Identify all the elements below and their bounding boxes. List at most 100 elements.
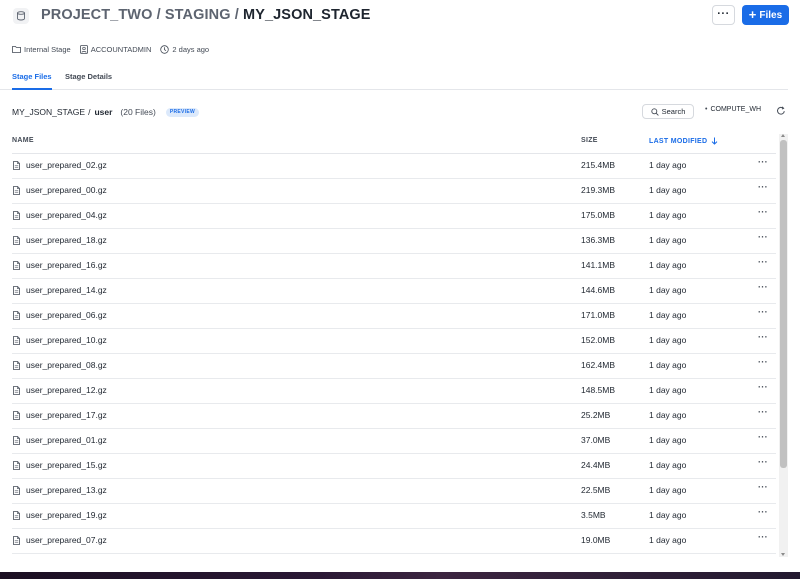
row-menu-button[interactable]: ··· (758, 532, 768, 542)
table-row[interactable]: user_prepared_18.gz 136.3MB 1 day ago ··… (12, 229, 776, 254)
row-menu-button[interactable]: ··· (758, 432, 768, 442)
row-menu-button[interactable]: ··· (758, 207, 768, 217)
search-button[interactable]: Search (642, 104, 694, 119)
file-name: user_prepared_04.gz (26, 210, 107, 220)
file-icon (13, 361, 20, 370)
row-menu-button[interactable]: ··· (758, 482, 768, 492)
file-size: 219.3MB (581, 185, 616, 195)
table-row[interactable]: user_prepared_08.gz 162.4MB 1 day ago ··… (12, 354, 776, 379)
preview-badge: PREVIEW (165, 107, 200, 117)
file-icon (13, 261, 20, 270)
file-path: MY_JSON_STAGE / user (20 Files) PREVIEW (12, 106, 200, 118)
file-name: user_prepared_14.gz (26, 285, 107, 295)
file-name: user_prepared_12.gz (26, 385, 107, 395)
file-icon (13, 486, 20, 495)
table-row[interactable]: user_prepared_14.gz 144.6MB 1 day ago ··… (12, 279, 776, 304)
row-menu-button[interactable]: ··· (758, 232, 768, 242)
row-menu-button[interactable]: ··· (758, 307, 768, 317)
row-menu-button[interactable]: ··· (758, 357, 768, 367)
table-row[interactable]: user_prepared_06.gz 171.0MB 1 day ago ··… (12, 304, 776, 329)
file-size: 144.6MB (581, 285, 616, 295)
file-last-modified: 1 day ago (649, 310, 687, 320)
tab-stage-details[interactable]: Stage Details (65, 72, 112, 90)
table-row[interactable]: user_prepared_17.gz 25.2MB 1 day ago ··· (12, 404, 776, 429)
breadcrumb-separator: / (234, 7, 239, 23)
table-row[interactable]: user_prepared_04.gz 175.0MB 1 day ago ··… (12, 204, 776, 229)
scroll-up-arrow-icon[interactable] (781, 134, 785, 137)
table-row[interactable]: user_prepared_15.gz 24.4MB 1 day ago ··· (12, 454, 776, 479)
row-menu-button[interactable]: ··· (758, 457, 768, 467)
table-row[interactable]: user_prepared_02.gz 215.4MB 1 day ago ··… (12, 154, 776, 179)
file-size: 25.2MB (581, 410, 611, 420)
file-name: user_prepared_17.gz (26, 410, 107, 420)
file-last-modified: 1 day ago (649, 385, 687, 395)
stage-meta: Internal Stage ACCOUNTADMIN 2 days ago (12, 42, 218, 56)
table-row[interactable]: user_prepared_01.gz 37.0MB 1 day ago ··· (12, 429, 776, 454)
warehouse-selector[interactable]: • COMPUTE_WH (705, 106, 761, 113)
row-menu-button[interactable]: ··· (758, 407, 768, 417)
table-row[interactable]: user_prepared_13.gz 22.5MB 1 day ago ··· (12, 479, 776, 504)
table-row[interactable]: user_prepared_19.gz 3.5MB 1 day ago ··· (12, 504, 776, 529)
file-size: 148.5MB (581, 385, 616, 395)
file-count: (20 Files) (120, 107, 156, 117)
table-row[interactable]: user_prepared_16.gz 141.1MB 1 day ago ··… (12, 254, 776, 279)
file-name: user_prepared_07.gz (26, 535, 107, 545)
file-name: user_prepared_19.gz (26, 510, 107, 520)
breadcrumb-schema[interactable]: STAGING (165, 7, 231, 23)
file-size: 3.5MB (581, 510, 606, 520)
refresh-icon[interactable] (776, 105, 786, 117)
file-name: user_prepared_15.gz (26, 460, 107, 470)
file-icon (13, 161, 20, 170)
file-last-modified: 1 day ago (649, 185, 687, 195)
column-size-header[interactable]: SIZE (581, 137, 598, 144)
stage-created: 2 days ago (160, 45, 209, 54)
file-name: user_prepared_16.gz (26, 260, 107, 270)
table-scrollbar[interactable] (779, 134, 788, 557)
breadcrumb-database[interactable]: PROJECT_TWO (41, 7, 152, 23)
file-icon (13, 286, 20, 295)
table-row[interactable]: user_prepared_00.gz 219.3MB 1 day ago ··… (12, 179, 776, 204)
file-size: 215.4MB (581, 160, 616, 170)
file-last-modified: 1 day ago (649, 460, 687, 470)
file-last-modified: 1 day ago (649, 360, 687, 370)
file-table-body: user_prepared_02.gz 215.4MB 1 day ago ··… (12, 154, 776, 554)
file-icon (13, 186, 20, 195)
tab-stage-files[interactable]: Stage Files (12, 72, 52, 90)
table-header: NAME SIZE LAST MODIFIED (12, 132, 776, 154)
row-menu-button[interactable]: ··· (758, 282, 768, 292)
table-row[interactable]: user_prepared_10.gz 152.0MB 1 day ago ··… (12, 329, 776, 354)
row-menu-button[interactable]: ··· (758, 257, 768, 267)
file-last-modified: 1 day ago (649, 535, 687, 545)
table-row[interactable]: user_prepared_12.gz 148.5MB 1 day ago ··… (12, 379, 776, 404)
column-modified-label: LAST MODIFIED (649, 137, 708, 145)
search-icon (650, 107, 659, 116)
file-name: user_prepared_02.gz (26, 160, 107, 170)
row-menu-button[interactable]: ··· (758, 182, 768, 192)
scroll-down-arrow-icon[interactable] (781, 553, 785, 556)
page-title: PROJECT_TWO / STAGING / MY_JSON_STAGE (41, 7, 371, 23)
scrollbar-thumb[interactable] (780, 140, 787, 468)
warehouse-status-icon: • (705, 106, 708, 113)
created-label: 2 days ago (172, 44, 210, 54)
clock-icon (160, 44, 170, 54)
row-menu-button[interactable]: ··· (758, 382, 768, 392)
path-stage[interactable]: MY_JSON_STAGE (12, 107, 85, 117)
row-menu-button[interactable]: ··· (758, 507, 768, 517)
table-row[interactable]: user_prepared_07.gz 19.0MB 1 day ago ··· (12, 529, 776, 554)
file-size: 37.0MB (581, 435, 611, 445)
owner-label: ACCOUNTADMIN (90, 44, 152, 54)
file-icon (13, 336, 20, 345)
row-menu-button[interactable]: ··· (758, 332, 768, 342)
more-actions-button[interactable]: ··· (712, 5, 735, 25)
stage-type-label: Internal Stage (24, 44, 71, 54)
warehouse-name: COMPUTE_WH (710, 106, 762, 113)
add-files-label: Files (759, 9, 783, 21)
add-files-button[interactable]: + Files (742, 5, 789, 25)
row-menu-button[interactable]: ··· (758, 157, 768, 167)
search-label: Search (661, 107, 686, 116)
column-name-header[interactable]: NAME (12, 137, 34, 144)
folder-stage-icon (12, 46, 21, 53)
column-modified-header[interactable]: LAST MODIFIED (649, 137, 718, 145)
arrow-down-icon (711, 137, 718, 145)
file-name: user_prepared_06.gz (26, 310, 107, 320)
